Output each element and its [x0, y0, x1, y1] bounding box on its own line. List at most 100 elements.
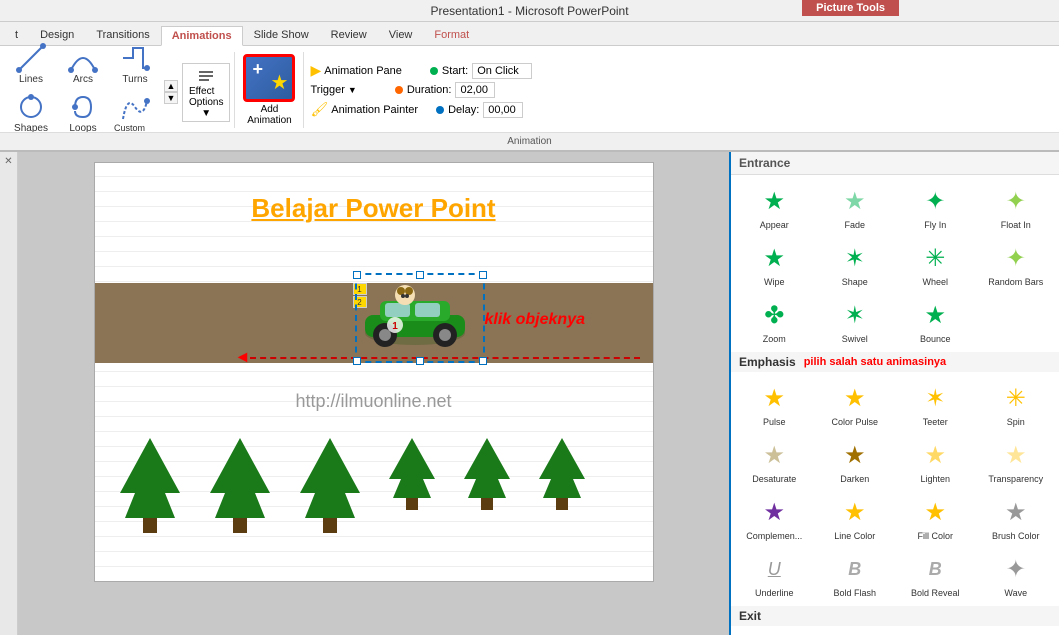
anim-line-color[interactable]: ★ Line Color: [816, 490, 895, 545]
pulse-icon: ★: [756, 380, 792, 416]
anim-color-pulse[interactable]: ★ Color Pulse: [816, 376, 895, 431]
anim-float-out[interactable]: ✦ Float Out: [977, 630, 1056, 635]
fly-in-icon: ✦: [917, 183, 953, 219]
scroll-down-btn[interactable]: ▼: [164, 92, 178, 104]
anim-complementary[interactable]: ★ Complemen...: [735, 490, 814, 545]
ribbon-scroll: ▲ ▼: [164, 80, 178, 104]
wave-icon: ✦: [998, 551, 1034, 587]
anim-wipe[interactable]: ★ Wipe: [735, 236, 814, 291]
tree-6: [535, 433, 590, 523]
start-dot: [430, 67, 438, 75]
motion-lines-btn[interactable]: Lines: [6, 40, 56, 87]
anim-bold-reveal[interactable]: B Bold Reveal: [896, 547, 975, 602]
tab-review[interactable]: Review: [320, 25, 378, 45]
selection-box: [355, 273, 485, 363]
anim-fade[interactable]: ★ Fade: [816, 179, 895, 234]
anim-lighten[interactable]: ★ Lighten: [896, 433, 975, 488]
entrance-grid: ★ Appear ★ Fade ✦ Fly In ✦ Float In ★ Wi…: [731, 175, 1059, 352]
underline-icon: U: [756, 551, 792, 587]
bold-reveal-icon: B: [917, 551, 953, 587]
shape-icon: ✶: [837, 240, 873, 276]
canvas-area: Belajar Power Point ◄ klik objeknya 1 2: [18, 152, 729, 635]
trigger-btn[interactable]: Trigger ▼: [310, 84, 356, 96]
main-area: ✕ Belajar Power Point ◄ klik objeknya 1 …: [0, 152, 1059, 635]
anim-wheel[interactable]: ✳ Wheel: [896, 236, 975, 291]
anim-zoom[interactable]: ✤ Zoom: [735, 293, 814, 348]
tab-slideshow[interactable]: Slide Show: [243, 25, 320, 45]
float-in-icon: ✦: [998, 183, 1034, 219]
motion-turns-btn[interactable]: Turns: [110, 40, 160, 87]
anim-brush-color[interactable]: ★ Brush Color: [977, 490, 1056, 545]
tree-2: [205, 433, 275, 553]
fill-color-icon: ★: [917, 494, 953, 530]
handle-tm[interactable]: [416, 271, 424, 279]
delay-value[interactable]: 00,00: [483, 102, 523, 118]
picture-tools-tab[interactable]: Picture Tools: [802, 0, 899, 16]
wipe-icon: ★: [756, 240, 792, 276]
anim-fade-out[interactable]: ★ Fade: [816, 630, 895, 635]
emphasis-header: Emphasis pilih salah satu animasinya: [731, 352, 1059, 372]
shapes-icon: [15, 91, 47, 123]
delay-dot: [436, 106, 444, 114]
anim-swivel[interactable]: ✶ Swivel: [816, 293, 895, 348]
desaturate-icon: ★: [756, 437, 792, 473]
animation-pane-btn[interactable]: ▶ Animation Pane: [310, 62, 401, 79]
add-animation-label: AddAnimation: [247, 104, 291, 126]
handle-bm[interactable]: [416, 357, 424, 365]
anim-wave[interactable]: ✦ Wave: [977, 547, 1056, 602]
anim-desaturate[interactable]: ★ Desaturate: [735, 433, 814, 488]
anim-bold-flash[interactable]: B Bold Flash: [816, 547, 895, 602]
slide-title-area: Belajar Power Point: [95, 193, 653, 224]
wheel-icon: ✳: [917, 240, 953, 276]
entrance-header: Entrance: [731, 152, 1059, 175]
close-icon[interactable]: ✕: [4, 156, 12, 167]
handle-br[interactable]: [479, 357, 487, 365]
anim-bounce[interactable]: ★ Bounce: [896, 293, 975, 348]
teeter-icon: ✶: [917, 380, 953, 416]
effect-options-btn[interactable]: EffectOptions ▼: [182, 63, 230, 122]
lighten-icon: ★: [917, 437, 953, 473]
anim-disappear[interactable]: ✦ Disappear: [735, 630, 814, 635]
handle-bl[interactable]: [353, 357, 361, 365]
tab-animations[interactable]: Animations: [161, 26, 243, 46]
bold-flash-icon: B: [837, 551, 873, 587]
swivel-icon: ✶: [837, 297, 873, 333]
app-title: Presentation1 - Microsoft PowerPoint: [430, 4, 628, 18]
anim-pulse[interactable]: ★ Pulse: [735, 376, 814, 431]
motion-arcs-btn[interactable]: Arcs: [58, 40, 108, 87]
brush-color-icon: ★: [998, 494, 1034, 530]
start-value[interactable]: On Click: [472, 63, 532, 79]
anim-fill-color[interactable]: ★ Fill Color: [896, 490, 975, 545]
anim-float-in[interactable]: ✦ Float In: [977, 179, 1056, 234]
anim-random-bars[interactable]: ✦ Random Bars: [977, 236, 1056, 291]
tab-view[interactable]: View: [378, 25, 424, 45]
exit-header: Exit: [731, 606, 1059, 626]
tree-4: [385, 433, 440, 523]
anim-shape[interactable]: ✶ Shape: [816, 236, 895, 291]
anim-teeter[interactable]: ✶ Teeter: [896, 376, 975, 431]
add-animation-btn[interactable]: + ★: [243, 54, 295, 102]
handle-tl[interactable]: [353, 271, 361, 279]
arrow-marker: ◄: [235, 349, 251, 367]
tab-format[interactable]: Format: [423, 25, 480, 45]
handle-tr[interactable]: [479, 271, 487, 279]
emphasis-grid: ★ Pulse ★ Color Pulse ✶ Teeter ✳ Spin ★ …: [731, 372, 1059, 606]
slide-canvas: Belajar Power Point ◄ klik objeknya 1 2: [94, 162, 654, 582]
duration-value[interactable]: 02,00: [455, 82, 495, 98]
random-bars-icon: ✦: [998, 240, 1034, 276]
slide-title-text: Belajar Power Point: [251, 193, 495, 223]
anim-spin[interactable]: ✳ Spin: [977, 376, 1056, 431]
complementary-icon: ★: [756, 494, 792, 530]
anim-fly-out[interactable]: ✦ Fly Out: [896, 630, 975, 635]
anim-appear[interactable]: ★ Appear: [735, 179, 814, 234]
car-object[interactable]: 1: [355, 273, 485, 363]
anim-underline[interactable]: U Underline: [735, 547, 814, 602]
animation-painter-btn[interactable]: 🖌 Animation Painter: [310, 101, 418, 118]
darken-icon: ★: [837, 437, 873, 473]
anim-darken[interactable]: ★ Darken: [816, 433, 895, 488]
zoom-icon: ✤: [756, 297, 792, 333]
anim-fly-in[interactable]: ✦ Fly In: [896, 179, 975, 234]
scroll-up-btn[interactable]: ▲: [164, 80, 178, 92]
animation-group-label: Animation: [0, 132, 1059, 150]
anim-transparency[interactable]: ★ Transparency: [977, 433, 1056, 488]
